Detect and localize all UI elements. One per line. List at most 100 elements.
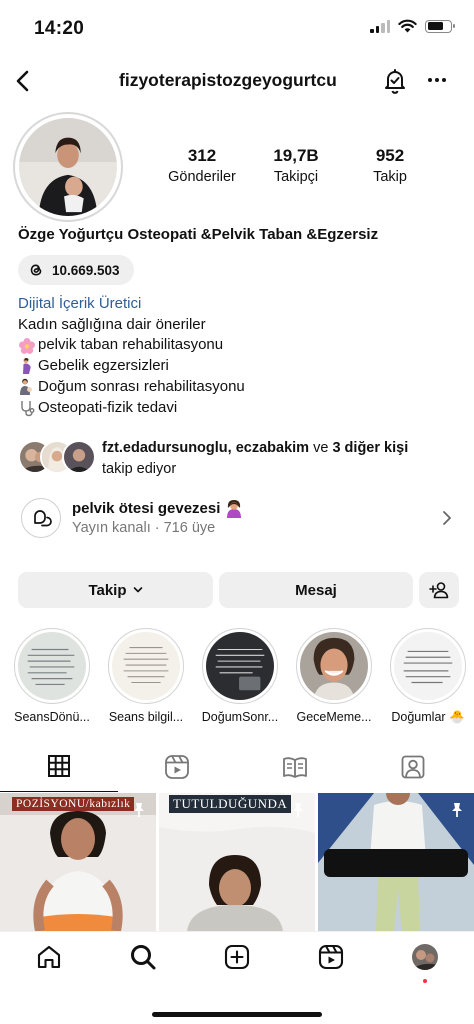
follower-avatar [62,440,96,474]
nav-reels[interactable] [316,942,346,972]
highlight-label: GeceMeme... [296,710,372,724]
profile-full-name: Özge Yoğurtçu Osteopati &Pelvik Taban &E… [18,226,379,243]
suggested-users-button[interactable] [419,572,459,608]
message-button[interactable]: Mesaj [219,572,413,608]
bio-line-3: Gebelik egzersizleri [38,357,169,375]
chevron-down-icon [133,587,142,593]
tab-tagged[interactable] [354,748,472,792]
pregnant-woman-icon [23,358,31,375]
following-label: Takip [373,169,407,185]
nav-profile[interactable] [410,942,440,972]
profile-photo [19,118,117,216]
tagged-user-icon [401,755,425,779]
profile-summary: 312 Gönderiler 19,7B Takipçi 952 Takip [0,110,474,222]
profile-header: fizyoterapistozgeyogurtcu [0,60,474,102]
pin-icon [134,803,144,817]
followers-count: 19,7B [273,146,319,165]
followed-by-avatars [18,440,98,474]
followed-by-names: fzt.edadursunoglu, eczabakim [102,440,310,456]
followed-by-suffix: takip ediyor [102,461,177,477]
notification-dot [423,979,427,983]
cherry-blossom-icon [19,337,35,354]
stat-posts[interactable]: 312 Gönderiler [160,146,244,185]
chevron-right-icon [443,511,451,525]
tab-guides[interactable] [236,748,354,792]
home-indicator [152,1012,322,1017]
chevron-left-icon[interactable] [12,66,34,96]
profile-category-link[interactable]: Dijital İçerik Üretici [18,294,141,315]
profile-avatar[interactable] [13,112,123,222]
tab-reels[interactable] [118,748,236,792]
add-user-icon [429,582,449,599]
highlight-cover [394,632,462,700]
profile-username: fizyoterapistozgeyogurtcu [119,70,337,90]
pin-icon [452,803,462,817]
post-caption-overlay: TUTULDUĞUNDA [169,795,292,813]
status-bar: 14:20 [0,0,474,56]
highlight-cover [206,632,274,700]
followed-by[interactable]: fzt.edadursunoglu, eczabakim ve 3 diğer … [18,436,468,480]
highlight-item[interactable]: Doğumlar 🐣 [383,628,473,725]
highlight-item[interactable]: GeceMeme... [289,628,379,724]
post-thumbnail[interactable]: POZİSYONU/kabızlık [0,793,156,931]
more-horizontal-icon[interactable] [426,68,448,92]
search-icon [131,945,156,970]
status-icons [370,19,455,33]
followed-by-text: fzt.edadursunoglu, eczabakim ve 3 diğer … [102,438,468,480]
highlight-label: Doğumlar 🐣 [391,710,465,724]
highlight-cover [18,632,86,700]
channel-name-row: pelvik ötesi gevezesi [72,498,244,518]
status-time: 14:20 [34,18,85,39]
stat-followers[interactable]: 19,7B Takipçi [244,146,348,185]
highlight-item[interactable]: DoğumSonr... [195,628,285,724]
woman-emoji-icon [227,500,242,518]
followers-label: Takipçi [273,169,319,185]
tab-active-indicator [0,790,118,792]
nav-search[interactable] [128,942,158,972]
highlight-cover [112,632,180,700]
highlight-label: SeansDönü... [14,710,90,724]
reels-icon [165,755,189,779]
highlight-cover [300,632,368,700]
profile-avatar-small [412,944,438,970]
guides-book-icon [283,757,307,778]
bio-line-1: Kadın sağlığına dair öneriler [18,315,206,333]
battery-icon [425,19,455,33]
nav-home[interactable] [34,942,64,972]
notification-bell-icon[interactable] [382,67,408,95]
cellular-signal-icon [370,19,390,33]
threads-count: 10.669.503 [52,262,120,278]
posts-grid: POZİSYONU/kabızlık TUTULDUĞUNDA [0,793,474,931]
nav-create[interactable] [222,942,252,972]
followed-by-connector: ve [313,440,329,456]
follow-label: Takip [88,581,127,599]
post-thumbnail[interactable]: TUTULDUĞUNDA [159,793,315,931]
bio-line-5: Osteopati-fizik tedavi [38,398,178,416]
profile-actions: Takip Mesaj [18,572,459,608]
threads-badge[interactable]: 10.669.503 [18,255,134,285]
channel-name: pelvik ötesi gevezesi [72,499,221,517]
profile-tabs [0,748,474,792]
stat-following[interactable]: 952 Takip [348,146,432,185]
reels-icon [318,944,344,970]
tab-posts-grid[interactable] [0,748,118,792]
grid-icon [48,755,70,777]
profile-stats: 312 Gönderiler 19,7B Takipçi 952 Takip [160,146,432,185]
broadcast-channel[interactable]: pelvik ötesi gevezesi Yayın kanalı · 716… [18,496,464,544]
broadcast-channel-icon [21,498,61,538]
highlight-item[interactable]: SeansDönü... [7,628,97,724]
following-count: 952 [375,146,405,165]
posts-label: Gönderiler [168,169,236,185]
message-label: Mesaj [295,581,337,599]
breastfeeding-icon [20,378,32,396]
post-thumbnail[interactable] [318,793,474,931]
follow-button[interactable]: Takip [18,572,213,608]
home-icon [37,945,61,969]
bio-line-2: pelvik taban rehabilitasyonu [38,336,224,354]
highlight-item[interactable]: Seans bilgil... [101,628,191,724]
bio-line-4: Doğum sonrası rehabilitasyonu [38,377,245,395]
bottom-navigation [0,931,474,1024]
highlight-label: DoğumSonr... [201,710,279,724]
posts-count: 312 [187,146,217,165]
post-caption-overlay: POZİSYONU/kabızlık [12,797,135,811]
